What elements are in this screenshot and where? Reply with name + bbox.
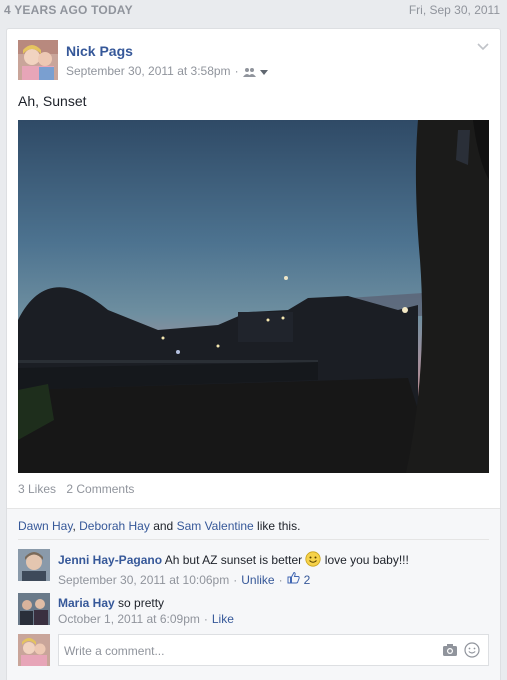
smiley-icon bbox=[305, 551, 322, 571]
post-timestamp[interactable]: September 30, 2011 at 3:58pm bbox=[66, 64, 231, 78]
comment-timestamp[interactable]: September 30, 2011 at 10:06pm bbox=[58, 572, 229, 588]
memory-label: 4 YEARS AGO TODAY bbox=[4, 3, 133, 17]
comment-text: Ah but AZ sunset is better bbox=[162, 553, 306, 567]
commenter-avatar[interactable] bbox=[18, 593, 50, 625]
post-stats: 3 Likes 2 Comments bbox=[18, 482, 141, 496]
memory-date[interactable]: Fri, Sep 30, 2011 bbox=[409, 3, 500, 17]
memory-header: 4 YEARS AGO TODAY Fri, Sep 30, 2011 bbox=[0, 0, 507, 22]
divider bbox=[18, 539, 489, 540]
post-card: Nick Pags September 30, 2011 at 3:58pm ·… bbox=[6, 28, 501, 680]
liker-link[interactable]: Sam Valentine bbox=[177, 519, 254, 533]
comment-timestamp[interactable]: October 1, 2011 at 6:09pm bbox=[58, 611, 200, 627]
camera-icon[interactable] bbox=[442, 643, 458, 660]
likers-line: Dawn Hay, Deborah Hay and Sam Valentine … bbox=[18, 519, 300, 533]
comments-section: Dawn Hay, Deborah Hay and Sam Valentine … bbox=[7, 509, 500, 680]
comment-input[interactable]: Write a comment... bbox=[58, 634, 489, 666]
comment-like-count[interactable]: 2 bbox=[304, 572, 311, 588]
commenter-avatar[interactable] bbox=[18, 549, 50, 581]
audience-friends-icon[interactable] bbox=[242, 66, 269, 77]
meta-separator: · bbox=[203, 612, 208, 626]
chevron-down-icon[interactable] bbox=[476, 41, 490, 51]
meta-separator: · bbox=[234, 64, 239, 78]
author-avatar[interactable] bbox=[18, 40, 58, 80]
comment-text: love you baby!!! bbox=[321, 553, 409, 567]
comments-count[interactable]: 2 Comments bbox=[66, 482, 134, 496]
comment-author[interactable]: Maria Hay bbox=[58, 596, 115, 610]
thumbs-up-icon[interactable] bbox=[287, 571, 300, 588]
likes-count[interactable]: 3 Likes bbox=[18, 482, 56, 496]
liker-link[interactable]: Deborah Hay bbox=[79, 519, 150, 533]
composer-avatar bbox=[18, 634, 50, 666]
comment-placeholder: Write a comment... bbox=[64, 644, 165, 658]
liker-link[interactable]: Dawn Hay bbox=[18, 519, 72, 533]
emoji-icon[interactable] bbox=[464, 642, 480, 661]
likers-suffix: like this. bbox=[253, 519, 301, 533]
meta-separator: · bbox=[278, 572, 283, 587]
post-photo[interactable] bbox=[18, 120, 489, 473]
liker-and: and bbox=[149, 519, 177, 533]
author-name[interactable]: Nick Pags bbox=[66, 43, 133, 59]
post-meta: September 30, 2011 at 3:58pm · bbox=[66, 64, 269, 78]
like-button[interactable]: Like bbox=[212, 611, 234, 627]
unlike-button[interactable]: Unlike bbox=[241, 572, 274, 588]
comment-author[interactable]: Jenni Hay-Pagano bbox=[58, 553, 162, 567]
meta-separator: · bbox=[233, 572, 238, 587]
comment-text: so pretty bbox=[114, 596, 165, 610]
post-text: Ah, Sunset bbox=[18, 93, 87, 109]
